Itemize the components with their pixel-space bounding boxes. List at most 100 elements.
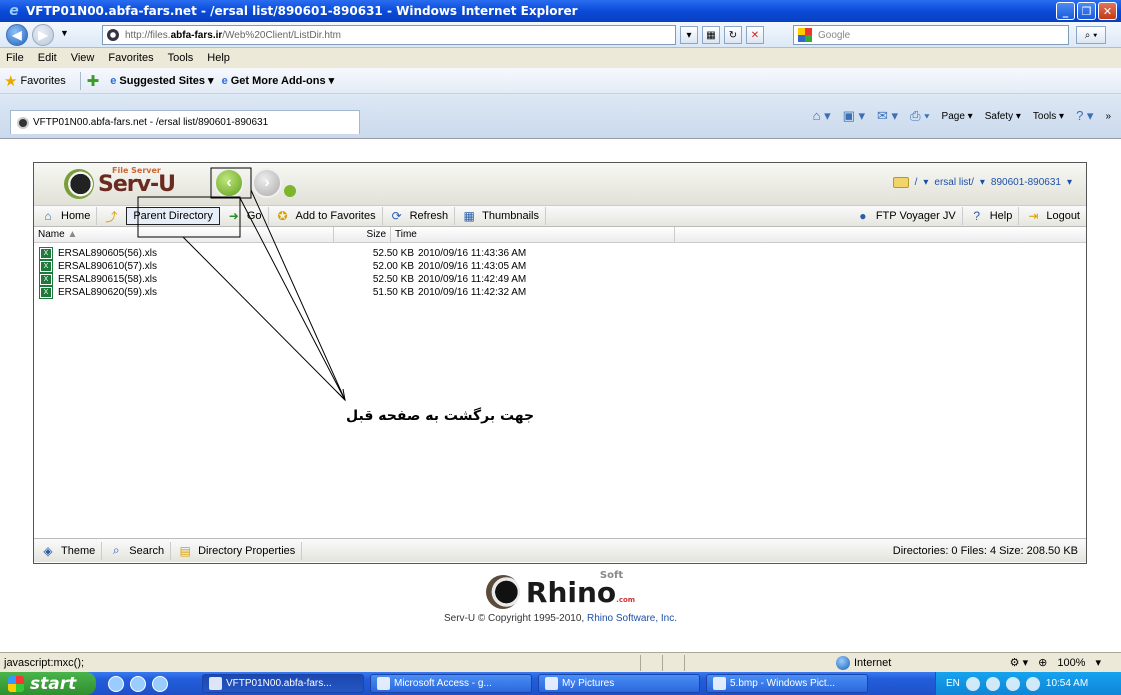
minimize-button[interactable]: _ [1056,2,1075,20]
add-to-favorites-label: Add to Favorites [295,210,376,222]
add-favorite-button[interactable]: ✚ [87,72,103,90]
tab-favicon [17,116,29,129]
excel-file-icon: X [39,259,53,273]
safety-menu[interactable]: Safety ▾ [985,111,1021,122]
refresh-icon[interactable]: ↻ [724,26,742,44]
go-button[interactable]: ➜ Go [220,207,269,225]
menu-edit[interactable]: Edit [38,52,57,64]
task-my-pictures[interactable]: My Pictures [538,674,700,693]
compatibility-icon[interactable]: ▦ [702,26,720,44]
crumb-root[interactable]: / [915,177,918,188]
ftp-voyager-button[interactable]: ● FTP Voyager JV [849,207,963,225]
add-to-favorites-button[interactable]: ✪ Add to Favorites [269,207,383,225]
page-menu[interactable]: Page ▾ [942,111,973,122]
properties-icon: ▤ [179,543,191,558]
task-access[interactable]: Microsoft Access - g... [370,674,532,693]
forward-circle-button[interactable]: › [252,168,282,198]
search-input[interactable]: Google [793,25,1069,45]
start-button[interactable]: start [0,672,96,695]
browser-quicklaunch-icon[interactable] [152,675,168,692]
tray-icon[interactable] [965,676,980,691]
logout-button[interactable]: ⇥ Logout [1019,207,1086,225]
file-name[interactable]: ERSAL890605(56).xls [58,248,358,259]
address-dropdown[interactable]: ▾ [680,26,698,44]
favorites-button[interactable]: ★ Favorites [4,72,66,90]
task-picture-viewer[interactable]: 5.bmp - Windows Pict... [706,674,868,693]
refresh-button[interactable]: ⟳ Refresh [383,207,456,225]
search-button[interactable]: ⌕ ▾ [1076,26,1106,44]
forward-button[interactable]: ▶ [32,24,54,46]
suggested-sites-link[interactable]: e Suggested Sites ▾ [110,74,213,88]
mail-icon[interactable]: ✉ ▾ [877,108,898,124]
file-name[interactable]: ERSAL890620(59).xls [58,287,358,298]
feeds-icon[interactable]: ▣ ▾ [843,108,865,124]
crumb-current[interactable]: 890601-890631 [991,177,1061,188]
file-row[interactable]: X ERSAL890605(56).xls 52.50 KB 2010/09/16 1… [39,246,526,260]
page-menu-label: Page [941,110,965,122]
refresh-icon: ⟳ [391,209,402,223]
file-row[interactable]: X ERSAL890615(58).xls 52.50 KB 2010/09/16 1… [39,272,526,286]
thumbnails-icon: ▦ [463,209,475,223]
crumb-dropdown[interactable]: ▾ [923,177,928,188]
menu-help[interactable]: Help [207,52,230,64]
file-name[interactable]: ERSAL890610(57).xls [58,261,358,272]
print-icon[interactable]: ⎙ ▾ [910,108,929,124]
language-indicator[interactable]: EN [946,678,960,689]
crumb-dropdown[interactable]: ▾ [1067,177,1072,188]
zoom-dropdown[interactable]: ▾ [1095,656,1101,669]
help-icon[interactable]: ? ▾ [1076,108,1093,124]
rhino-software-link[interactable]: Rhino Software, Inc. [587,613,677,624]
column-name[interactable]: Name ▲ [34,227,334,243]
menu-view[interactable]: View [71,52,95,64]
search-button[interactable]: ⌕ Search [102,541,172,560]
back-button[interactable]: ◀ [6,24,28,46]
security-zone[interactable]: Internet [836,655,891,670]
get-more-addons-link[interactable]: e Get More Add-ons ▾ [222,74,335,88]
file-size: 52.50 KB [372,247,414,259]
menu-favorites[interactable]: Favorites [108,52,153,64]
logout-label: Logout [1046,210,1080,222]
outlook-quicklaunch-icon[interactable] [130,675,146,692]
zoom-control[interactable]: ⚙ ▾ ⊕ 100% ▾ [1010,656,1121,670]
close-button[interactable]: ✕ [1098,2,1117,20]
maximize-button[interactable]: ❐ [1077,2,1096,20]
ie-quicklaunch-icon[interactable] [108,675,124,692]
menu-file[interactable]: File [6,52,24,64]
recent-pages-dropdown[interactable]: ▼ [60,28,69,38]
help-button[interactable]: ? Help [963,207,1020,225]
file-row[interactable]: X ERSAL890610(57).xls 52.00 KB 2010/09/16 1… [39,259,526,273]
theme-button[interactable]: ◈ Theme [34,541,103,560]
address-field[interactable]: http://files. abfa-fars.ir/Web%20Client/L… [102,25,676,45]
tab-current[interactable]: VFTP01N00.abfa-fars.net - /ersal list/89… [10,110,360,134]
footer: Soft Rhino.com Serv-U © Copyright 1995-20… [0,569,1121,639]
crumb-ersal[interactable]: ersal list/ [934,177,973,188]
thumbnails-button[interactable]: ▦ Thumbnails [455,207,546,225]
folder-icon [892,177,909,188]
crumb-dropdown[interactable]: ▾ [980,177,985,188]
breadcrumb: / ▾ ersal list/ ▾ 890601-890631 ▾ [892,177,1072,188]
file-name[interactable]: ERSAL890615(58).xls [58,274,358,285]
back-circle-button[interactable]: ‹ [214,168,244,198]
column-time[interactable]: Time [390,227,675,243]
file-row[interactable]: X ERSAL890620(59).xls 51.50 KB 2010/09/16 1… [39,285,526,299]
parent-directory-button[interactable]: Parent Directory [126,207,220,225]
menu-tools[interactable]: Tools [168,52,194,64]
ftp-voyager-label: FTP Voyager JV [875,210,956,222]
home-icon[interactable]: ⌂ ▾ [813,108,831,124]
suggested-sites-label: Suggested Sites [119,74,205,87]
taskbar: start VFTP01N00.abfa-fars... Microsoft A… [0,672,1121,695]
logout-icon: ⇥ [1028,209,1039,223]
tray-icon[interactable] [1005,676,1020,691]
directory-properties-button[interactable]: ▤ Directory Properties [171,541,303,560]
tray-icon[interactable] [985,676,1000,691]
protected-mode-icon[interactable]: ⚙ ▾ [1010,656,1028,669]
status-text: javascript:mxc(); [4,656,85,669]
ie-icon: e [9,3,19,19]
column-size[interactable]: Size [334,227,390,243]
tray-icon[interactable] [1025,676,1040,691]
home-button[interactable]: ⌂ Home [34,207,98,225]
chevron-right-icon[interactable]: » [1105,111,1111,122]
task-ie[interactable]: VFTP01N00.abfa-fars... [202,674,364,693]
tools-menu[interactable]: Tools ▾ [1033,111,1064,122]
stop-icon[interactable]: ✕ [746,26,764,44]
